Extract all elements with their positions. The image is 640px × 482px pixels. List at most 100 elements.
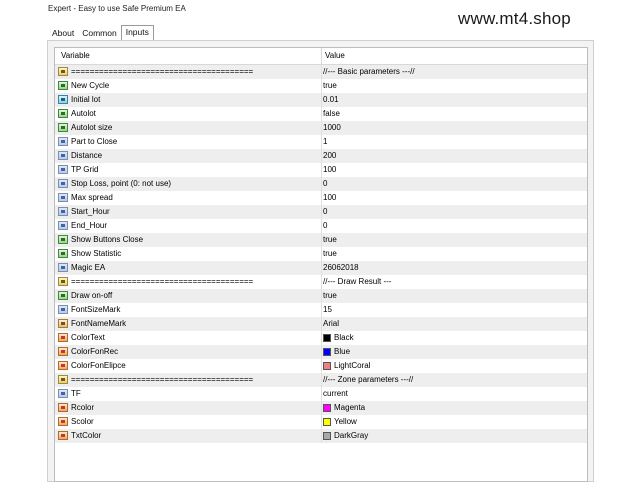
table-row[interactable]: Rcolor Magenta: [55, 401, 587, 415]
table-row[interactable]: ColorFonElipce LightCoral: [55, 359, 587, 373]
parameter-value[interactable]: true: [323, 233, 337, 247]
table-row[interactable]: ColorFonRec Blue: [55, 345, 587, 359]
parameter-value-text: 200: [323, 151, 337, 160]
color-swatch: [323, 348, 331, 356]
parameter-type-icon: [58, 109, 68, 118]
parameter-value[interactable]: false: [323, 107, 340, 121]
parameter-type-icon: [58, 417, 68, 426]
parameter-type-icon: [58, 235, 68, 244]
parameter-value[interactable]: true: [323, 79, 337, 93]
cell-divider: [321, 191, 322, 205]
parameter-value-text: 1: [323, 137, 328, 146]
parameter-type-icon: [58, 67, 68, 76]
table-row[interactable]: TxtColor DarkGray: [55, 429, 587, 443]
parameter-value[interactable]: //--- Draw Result ---: [323, 275, 391, 289]
parameter-value[interactable]: Blue: [323, 345, 350, 359]
column-header-variable[interactable]: Variable: [61, 51, 90, 60]
parameter-type-icon: [58, 81, 68, 90]
parameter-name: Initial lot: [71, 95, 101, 104]
table-row[interactable]: Draw on-off true: [55, 289, 587, 303]
parameter-value-text: true: [323, 291, 337, 300]
table-row[interactable]: FontNameMark Arial: [55, 317, 587, 331]
parameter-value[interactable]: true: [323, 247, 337, 261]
parameter-value[interactable]: 26062018: [323, 261, 359, 275]
table-row[interactable]: ======================================= /…: [55, 65, 587, 79]
parameter-name: Show Statistic: [71, 249, 122, 258]
parameter-value[interactable]: 1: [323, 135, 327, 149]
parameter-value-text: DarkGray: [334, 431, 369, 440]
parameter-value-text: current: [323, 389, 348, 398]
parameter-value[interactable]: true: [323, 289, 337, 303]
parameter-value[interactable]: 100: [323, 163, 336, 177]
parameter-name: TF: [71, 389, 81, 398]
parameter-value-text: Blue: [334, 347, 351, 356]
table-row[interactable]: Initial lot 0.01: [55, 93, 587, 107]
table-row[interactable]: Scolor Yellow: [55, 415, 587, 429]
table-row[interactable]: ======================================= /…: [55, 275, 587, 289]
parameter-value[interactable]: Arial: [323, 317, 339, 331]
tab-common[interactable]: Common: [78, 26, 120, 40]
table-row[interactable]: Stop Loss, point (0: not use) 0: [55, 177, 587, 191]
parameter-name: ColorFonElipce: [71, 361, 126, 370]
parameter-name: Max spread: [71, 193, 113, 202]
table-row[interactable]: Autolot false: [55, 107, 587, 121]
cell-divider: [321, 121, 322, 135]
parameter-value[interactable]: 15: [323, 303, 332, 317]
parameter-value[interactable]: Black: [323, 331, 354, 345]
table-row[interactable]: Autolot size 1000: [55, 121, 587, 135]
parameter-value-text: 0: [323, 179, 328, 188]
parameter-value[interactable]: 0: [323, 219, 327, 233]
column-header-value[interactable]: Value: [325, 51, 345, 60]
table-row[interactable]: Magic EA 26062018: [55, 261, 587, 275]
cell-divider: [321, 303, 322, 317]
parameter-value-text: 0: [323, 221, 328, 230]
parameter-value[interactable]: LightCoral: [323, 359, 370, 373]
table-row[interactable]: Distance 200: [55, 149, 587, 163]
table-row[interactable]: FontSizeMark 15: [55, 303, 587, 317]
parameter-name: =======================================: [71, 67, 254, 76]
parameter-value[interactable]: //--- Basic parameters ---//: [323, 65, 415, 79]
parameter-value-text: false: [323, 109, 340, 118]
tab-about[interactable]: About: [48, 26, 78, 40]
parameter-value[interactable]: current: [323, 387, 348, 401]
table-row[interactable]: New Cycle true: [55, 79, 587, 93]
table-row[interactable]: Show Buttons Close true: [55, 233, 587, 247]
parameter-value[interactable]: 0: [323, 177, 327, 191]
parameter-value[interactable]: DarkGray: [323, 429, 368, 443]
parameter-name: Distance: [71, 151, 103, 160]
cell-divider: [321, 261, 322, 275]
color-swatch: [323, 418, 331, 426]
parameter-value[interactable]: 100: [323, 191, 336, 205]
parameter-value[interactable]: Magenta: [323, 401, 365, 415]
parameter-value[interactable]: 0: [323, 205, 327, 219]
parameter-value[interactable]: Yellow: [323, 415, 357, 429]
table-row[interactable]: TP Grid 100: [55, 163, 587, 177]
parameter-type-icon: [58, 123, 68, 132]
parameter-value[interactable]: 200: [323, 149, 336, 163]
cell-divider: [321, 79, 322, 93]
parameter-type-icon: [58, 193, 68, 202]
color-swatch: [323, 432, 331, 440]
parameter-name: Scolor: [71, 417, 94, 426]
table-row[interactable]: Part to Close 1: [55, 135, 587, 149]
table-row[interactable]: ======================================= /…: [55, 373, 587, 387]
parameter-name: New Cycle: [71, 81, 110, 90]
table-row[interactable]: ColorText Black: [55, 331, 587, 345]
parameter-type-icon: [58, 361, 68, 370]
parameter-value-text: Magenta: [334, 403, 366, 412]
parameter-type-icon: [58, 375, 68, 384]
column-divider[interactable]: [321, 48, 322, 64]
parameter-type-icon: [58, 389, 68, 398]
table-row[interactable]: End_Hour 0: [55, 219, 587, 233]
tab-inputs[interactable]: Inputs: [120, 25, 154, 40]
parameter-name: Part to Close: [71, 137, 118, 146]
table-row[interactable]: Start_Hour 0: [55, 205, 587, 219]
parameter-value-text: 0: [323, 207, 328, 216]
table-row[interactable]: TF current: [55, 387, 587, 401]
table-row[interactable]: Max spread 100: [55, 191, 587, 205]
parameter-value[interactable]: 0.01: [323, 93, 339, 107]
cell-divider: [321, 401, 322, 415]
table-row[interactable]: Show Statistic true: [55, 247, 587, 261]
parameter-value[interactable]: //--- Zone parameters ---//: [323, 373, 413, 387]
parameter-value[interactable]: 1000: [323, 121, 341, 135]
